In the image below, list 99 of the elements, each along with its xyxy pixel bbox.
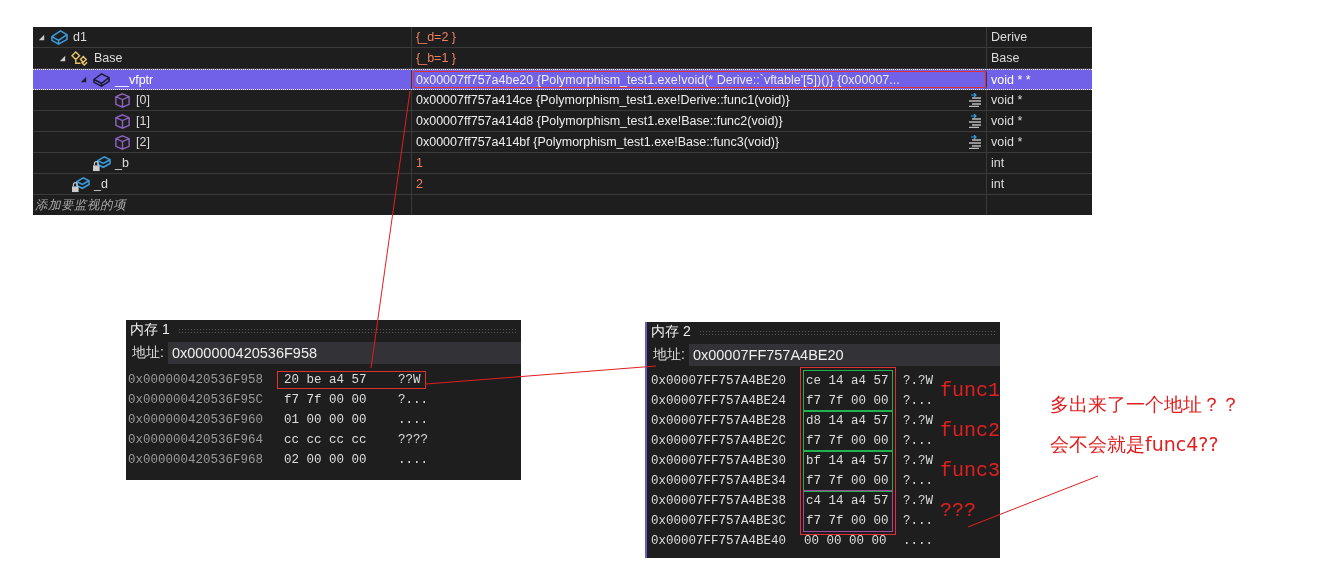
memory-chars: ....	[398, 413, 428, 427]
memory-bytes: 02 00 00 00	[284, 453, 368, 467]
address-field[interactable]: 0x000000420536F958	[167, 342, 521, 364]
memory-bytes: ce 14 a4 57	[806, 373, 890, 390]
memory-address: 0x00007FF757A4BE30	[651, 453, 788, 470]
visualizer-icon[interactable]	[966, 93, 982, 107]
memory-address: 0x000000420536F958	[128, 373, 265, 387]
value-cell: {_d=2 }	[412, 27, 987, 47]
memory-address: 0x000000420536F964	[128, 433, 265, 447]
element-icon	[113, 133, 132, 151]
annotation-label: func2	[940, 418, 1000, 444]
memory-bytes: c4 14 a4 57	[806, 493, 890, 510]
value-cell: 0x00007ff757a414d8 {Polymorphism_test1.exe!Base::func2(void)}	[412, 111, 987, 131]
panel-title: 内存 2	[651, 323, 691, 341]
watch-row[interactable]: _d 2 int	[33, 174, 1092, 195]
type-cell-text: int	[990, 176, 1006, 193]
memory-address: 0x00007FF757A4BE28	[651, 413, 788, 430]
class-icon	[50, 28, 69, 46]
add-watch-hint[interactable]: 添加要监视的项	[33, 196, 126, 214]
type-cell-text: void *	[990, 92, 1024, 109]
memory-chars: ....	[398, 453, 428, 467]
visualizer-icon[interactable]	[966, 135, 982, 149]
memory-chars: ?...	[903, 513, 935, 530]
variable-name: [2]	[136, 135, 150, 149]
memory-chars: ?...	[903, 433, 935, 450]
memory-bytes: 00 00 00 00	[804, 533, 888, 550]
memory-bytes: f7 7f 00 00	[806, 433, 890, 450]
value-cell: {_b=1 }	[412, 48, 987, 68]
watch-row[interactable]: d1 {_d=2 } Derive	[33, 27, 1092, 48]
memory-bytes: f7 7f 00 00	[806, 473, 890, 490]
memory-chars: ?...	[398, 393, 428, 407]
variable-name: __vfptr	[115, 72, 154, 87]
annotation-text: 会不会就是func4??	[1050, 432, 1220, 457]
memory-chars: ?...	[903, 393, 935, 410]
address-field[interactable]: 0x00007FF757A4BE20	[688, 344, 1000, 366]
element-icon	[113, 91, 132, 109]
memory-chars: ?.?W	[903, 373, 935, 390]
annotation-label: func3	[940, 458, 1000, 484]
memory-bytes: f7 7f 00 00	[284, 393, 368, 407]
variable-name: [0]	[136, 93, 150, 107]
locked-field-icon	[92, 154, 111, 172]
variable-name: [1]	[136, 114, 150, 128]
annotation-label: func1	[940, 378, 1000, 404]
value-cell: 0x00007ff757a414bf {Polymorphism_test1.exe!Base::func3(void)}	[412, 132, 987, 152]
memory-chars: ?.?W	[903, 493, 935, 510]
base-class-icon	[71, 49, 90, 67]
memory-bytes: 20 be a4 57	[284, 373, 368, 387]
memory-address: 0x000000420536F95C	[128, 393, 265, 407]
watch-row[interactable]: __vfptr 0x00007ff757a4be20 {Polymorphism_test1.exe!void(* Derive::`vftable'[5])()} {0x00007... void * *	[33, 69, 1092, 90]
type-cell-text: void *	[990, 134, 1024, 151]
memory-address: 0x00007FF757A4BE34	[651, 473, 788, 490]
memory-address: 0x00007FF757A4BE3C	[651, 513, 788, 530]
variable-name: _d	[94, 177, 108, 191]
pointer-icon	[92, 71, 111, 88]
memory-chars: ....	[903, 533, 935, 550]
address-label: 地址:	[653, 346, 685, 364]
memory-address: 0x00007FF757A4BE20	[651, 373, 788, 390]
memory-bytes: f7 7f 00 00	[806, 513, 890, 530]
memory-address: 0x000000420536F960	[128, 413, 265, 427]
memory-chars: ??W	[398, 373, 421, 387]
memory-chars: ?...	[903, 473, 935, 490]
memory-bytes: f7 7f 00 00	[806, 393, 890, 410]
value-cell: 2	[412, 174, 987, 194]
watch-row[interactable]: _b 1 int	[33, 153, 1092, 174]
type-cell-text: int	[990, 155, 1006, 172]
watch-row[interactable]: [2] 0x00007ff757a414bf {Polymorphism_test1.exe!Base::func3(void)} void *	[33, 132, 1092, 153]
visualizer-icon[interactable]	[966, 114, 982, 128]
watch-row[interactable]: [1] 0x00007ff757a414d8 {Polymorphism_test1.exe!Base::func2(void)} void *	[33, 111, 1092, 132]
memory-address: 0x00007FF757A4BE38	[651, 493, 788, 510]
variable-name: _b	[115, 156, 129, 170]
type-cell-text: void *	[990, 113, 1024, 130]
variable-name: d1	[73, 30, 87, 44]
memory-address: 0x00007FF757A4BE2C	[651, 433, 788, 450]
expander-icon[interactable]	[58, 53, 67, 63]
memory-chars: ?.?W	[903, 453, 935, 470]
memory-bytes: d8 14 a4 57	[806, 413, 890, 430]
value-cell: 0x00007ff757a4be20 {Polymorphism_test1.exe!void(* Derive::`vftable'[5])()} {0x00007...	[412, 70, 987, 89]
memory-chars: ????	[398, 433, 428, 447]
panel-title: 内存 1	[130, 321, 170, 339]
type-cell-text: void * *	[990, 71, 1032, 89]
memory-address: 0x000000420536F968	[128, 453, 265, 467]
value-cell: 1	[412, 153, 987, 173]
memory-address: 0x00007FF757A4BE24	[651, 393, 788, 410]
type-cell-text: Derive	[990, 29, 1029, 46]
annotation-label: ???	[940, 498, 977, 524]
value-cell: 0x00007ff757a414ce {Polymorphism_test1.exe!Derive::func1(void)}	[412, 90, 987, 110]
type-cell-text: Base	[990, 50, 1021, 67]
memory-bytes: bf 14 a4 57	[806, 453, 890, 470]
memory-bytes: 01 00 00 00	[284, 413, 368, 427]
variable-name: Base	[94, 51, 123, 65]
memory-bytes: cc cc cc cc	[284, 433, 368, 447]
watch-row[interactable]: [0] 0x00007ff757a414ce {Polymorphism_test1.exe!Derive::func1(void)} void *	[33, 90, 1092, 111]
memory-address: 0x00007FF757A4BE40	[651, 533, 788, 550]
address-label: 地址:	[132, 344, 164, 362]
expander-icon[interactable]	[37, 32, 46, 42]
element-icon	[113, 112, 132, 130]
locked-field-icon	[71, 175, 90, 193]
annotation-text: 多出来了一个地址？？	[1050, 392, 1240, 417]
memory-chars: ?.?W	[903, 413, 935, 430]
